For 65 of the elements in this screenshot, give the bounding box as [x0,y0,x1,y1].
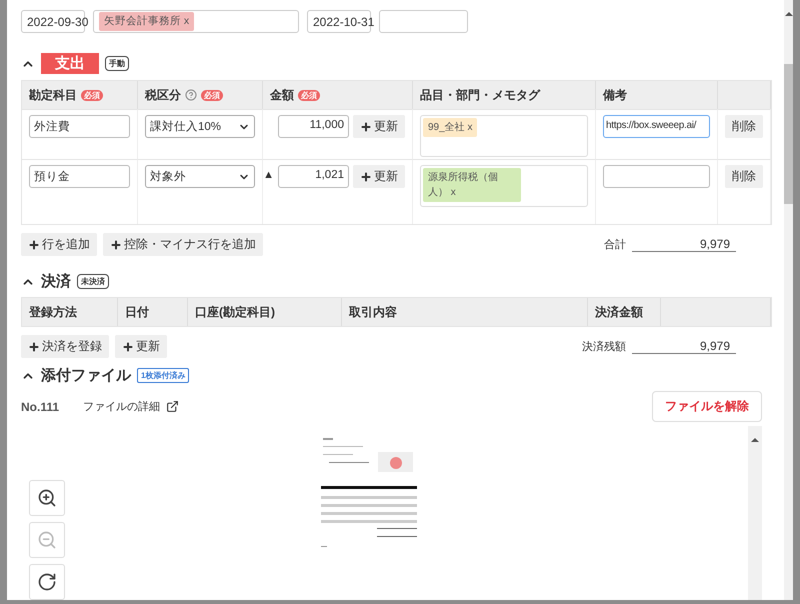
settlement-button[interactable]: 決済を登録 [21,335,109,358]
plus-icon [122,340,134,352]
section-title: 添付ファイル [41,366,131,385]
external-link-icon[interactable] [166,400,180,413]
help-icon[interactable] [185,89,197,101]
partner-tag: 矢野会計事務所 x [99,12,194,31]
column-header: 日付 [118,298,188,326]
account-field[interactable]: 預り金 [29,165,130,188]
tag-field[interactable]: 99_全社 x [420,115,588,157]
text-field[interactable] [379,10,468,33]
memo-tag: 99_全社 x [423,118,478,137]
required-badge: 必須 [201,90,223,100]
file-details-link[interactable]: ファイルの詳細 [83,399,160,414]
zoom-out-icon [37,530,57,550]
status-badge: 手動 [105,56,129,71]
section-title: 決済 [41,272,71,291]
column-header: 取引内容 [342,298,588,326]
plus-icon [28,238,40,250]
remove-file-button[interactable]: ファイルを解除 [652,391,762,422]
delete-button[interactable]: 削除 [725,115,763,138]
plus-icon [360,170,372,182]
column-header: 決済金額 [588,298,661,326]
account-field[interactable]: 外注費 [29,115,130,138]
section-title: 支出 [41,53,99,74]
column-title: 勘定科目 [29,86,77,104]
amount-field[interactable]: 1,021 [278,165,349,188]
column-header: 口座(勘定科目) [188,298,342,326]
total-value: 9,979 [632,237,736,252]
note-field[interactable]: https://box.sweeep.ai/ [603,115,710,138]
update-button[interactable]: 更新 [353,115,405,138]
total-label: 合計 [604,238,626,252]
column-title: 金額 [270,86,294,104]
tax-select[interactable]: 対象外 [145,165,255,188]
scrollbar[interactable] [748,426,762,600]
column-title: 備考 [603,86,627,104]
column-title: 税区分 [145,86,181,104]
rotate-icon [37,572,57,592]
zoom-in-button[interactable] [29,480,65,516]
add-row-button[interactable]: 控除・マイナス行を追加 [103,233,263,256]
tax-select[interactable]: 課対仕入10% [145,115,255,138]
required-badge: 必須 [298,90,320,100]
memo-tag: 源泉所得税（個人） x [423,168,521,202]
required-badge: 必須 [81,90,103,100]
status-badge: 未決済 [77,274,109,289]
file-number: No.111 [21,400,60,414]
column-title: 品目・部門・メモタグ [420,86,540,104]
rotate-button[interactable] [29,564,65,600]
delete-button[interactable]: 削除 [725,165,763,188]
note-field[interactable] [603,165,710,188]
tag-field[interactable]: 源泉所得税（個人） x [420,165,588,207]
plus-icon [28,340,40,352]
zoom-in-icon [37,488,57,508]
scrollbar[interactable] [784,0,793,600]
status-badge: 1枚添付済み [137,368,190,383]
balance-value: 9,979 [632,339,736,354]
amount-field[interactable]: 11,000 [278,115,349,138]
partner-field[interactable]: 矢野会計事務所 x [93,10,299,33]
settlement-button[interactable]: 更新 [115,335,167,358]
add-row-button[interactable]: 行を追加 [21,233,97,256]
plus-icon [360,120,372,132]
balance-label: 決済残額 [582,340,626,354]
column-header: 登録方法 [22,298,118,326]
plus-icon [110,238,122,250]
minus-sign: ▲ [263,169,274,181]
update-button[interactable]: 更新 [353,165,405,188]
